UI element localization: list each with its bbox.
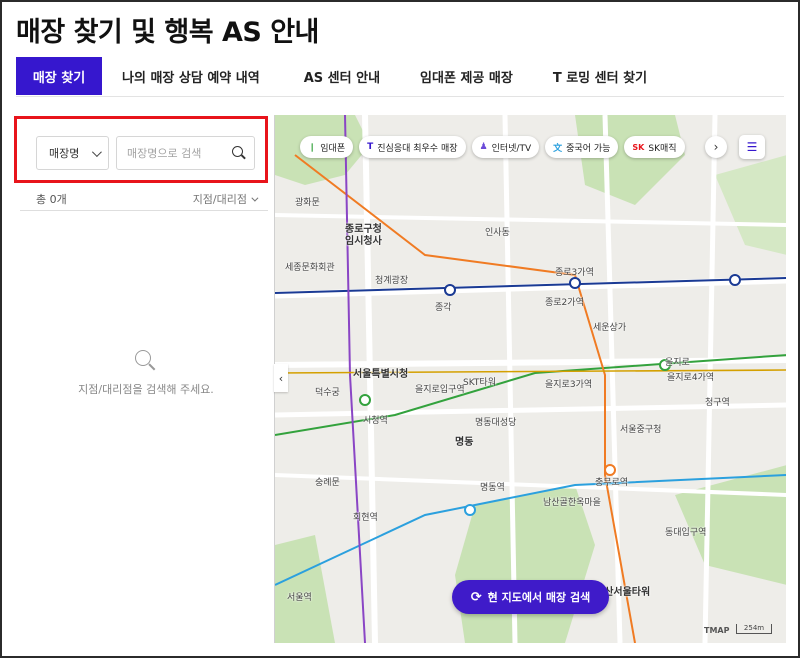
- result-count: 총 0개: [36, 193, 67, 206]
- refresh-icon: ⟳: [470, 589, 482, 605]
- map-label: 종로2가역: [545, 298, 584, 308]
- map-label: 충무로역: [595, 478, 629, 488]
- chip-label: 중국어 가능: [566, 143, 611, 154]
- map-label: 종각: [435, 303, 452, 313]
- map-filter-chips: ㅣ 임대폰 T 진심응대 최우수 매장 ♟ 인터넷/TV 文 중국어 가능 SK…: [300, 136, 685, 158]
- empty-state-message: 지점/대리점을 검색해 주세요.: [78, 383, 214, 396]
- map-label: 청계광장: [375, 276, 409, 286]
- language-icon: 文: [553, 143, 563, 154]
- chip-sk-magic[interactable]: SK SK매직: [624, 136, 685, 158]
- page-title: 매장 찾기 및 행복 AS 안내: [16, 17, 319, 48]
- map-label: 임시청사: [345, 236, 382, 247]
- phone-icon: ㅣ: [308, 143, 317, 154]
- tab-troaming-center[interactable]: T 로밍 센터 찾기: [531, 57, 665, 95]
- search-icon: [135, 350, 157, 372]
- search-this-area-label: 현 지도에서 매장 검색: [487, 591, 591, 604]
- branch-filter-label: 지점/대리점: [192, 193, 247, 206]
- map-label: 시청역: [363, 416, 388, 426]
- map-label: 세종문화회관: [285, 263, 335, 273]
- map-label: 회현역: [353, 513, 378, 523]
- map-label: 숭례문: [315, 478, 340, 488]
- map-label: 동대입구역: [665, 528, 707, 538]
- map-label: 명동대성당: [475, 418, 517, 428]
- results-divider: [20, 210, 268, 211]
- tab-rental-phone-stores[interactable]: 임대폰 제공 매장: [398, 57, 531, 95]
- tmap-logo: TMAP: [704, 626, 730, 635]
- chip-chinese[interactable]: 文 중국어 가능: [545, 136, 619, 158]
- map-label: 명동역: [480, 483, 505, 493]
- chip-label: 임대폰: [320, 143, 346, 154]
- chip-best-service[interactable]: T 진심응대 최우수 매장: [359, 136, 466, 158]
- search-highlight-box: [14, 116, 268, 183]
- chevron-right-icon[interactable]: ›: [705, 136, 727, 158]
- chip-rental-phone[interactable]: ㅣ 임대폰: [300, 136, 354, 158]
- chip-label: SK매직: [648, 143, 677, 154]
- chip-label: 진심응대 최우수 매장: [377, 143, 458, 154]
- map-label: 남산골한옥마을: [543, 498, 601, 508]
- station-marker: [604, 464, 616, 476]
- map-label: 인사동: [485, 228, 510, 238]
- map-label: 세운상가: [593, 323, 627, 333]
- results-header: 총 0개 지점/대리점: [36, 191, 259, 207]
- tab-as-center[interactable]: AS 센터 안내: [278, 57, 398, 95]
- map-label: SKT타워: [463, 378, 496, 388]
- map-label: 을지로: [665, 358, 690, 368]
- tab-my-reservations[interactable]: 나의 매장 상담 예약 내역: [102, 57, 278, 95]
- tab-divider: [16, 96, 784, 97]
- map-label: 서울특별시청: [353, 369, 409, 380]
- map-label: 서울중구청: [620, 425, 662, 435]
- map-label: 서울역: [287, 593, 312, 603]
- station-marker: [464, 504, 476, 516]
- map-view[interactable]: 종로구청 임시청사 세종문화회관 광화문 종각 종로3가역 종로2가역 서울특별…: [274, 115, 786, 643]
- chip-label: 인터넷/TV: [491, 143, 532, 154]
- map-label: 명동: [455, 437, 474, 448]
- chip-internet-tv[interactable]: ♟ 인터넷/TV: [471, 136, 540, 158]
- person-icon: ♟: [479, 142, 488, 152]
- map-label: 광화문: [295, 198, 320, 208]
- map-label: 을지로3가역: [545, 380, 593, 390]
- tab-store-search[interactable]: 매장 찾기: [16, 57, 102, 95]
- station-marker: [444, 284, 456, 296]
- branch-filter-dropdown[interactable]: 지점/대리점: [192, 191, 259, 207]
- map-label: 청구역: [705, 398, 730, 408]
- station-marker: [729, 274, 741, 286]
- station-marker: [569, 277, 581, 289]
- map-scale: 254m: [736, 624, 772, 634]
- sk-logo-icon: SK: [632, 142, 645, 152]
- sliders-icon[interactable]: ☰: [739, 135, 765, 159]
- map-label: 종로3가역: [555, 268, 594, 278]
- chevron-left-icon[interactable]: ‹: [274, 364, 288, 392]
- tab-bar: 매장 찾기 나의 매장 상담 예약 내역 AS 센터 안내 임대폰 제공 매장 …: [16, 57, 665, 95]
- search-this-area-button[interactable]: ⟳ 현 지도에서 매장 검색: [452, 580, 609, 614]
- station-marker: [359, 394, 371, 406]
- map-label: 덕수궁: [315, 388, 340, 398]
- map-label: 을지로4가역: [667, 373, 715, 383]
- map-label: 을지로입구역: [415, 385, 465, 395]
- t-logo-icon: T: [367, 142, 374, 152]
